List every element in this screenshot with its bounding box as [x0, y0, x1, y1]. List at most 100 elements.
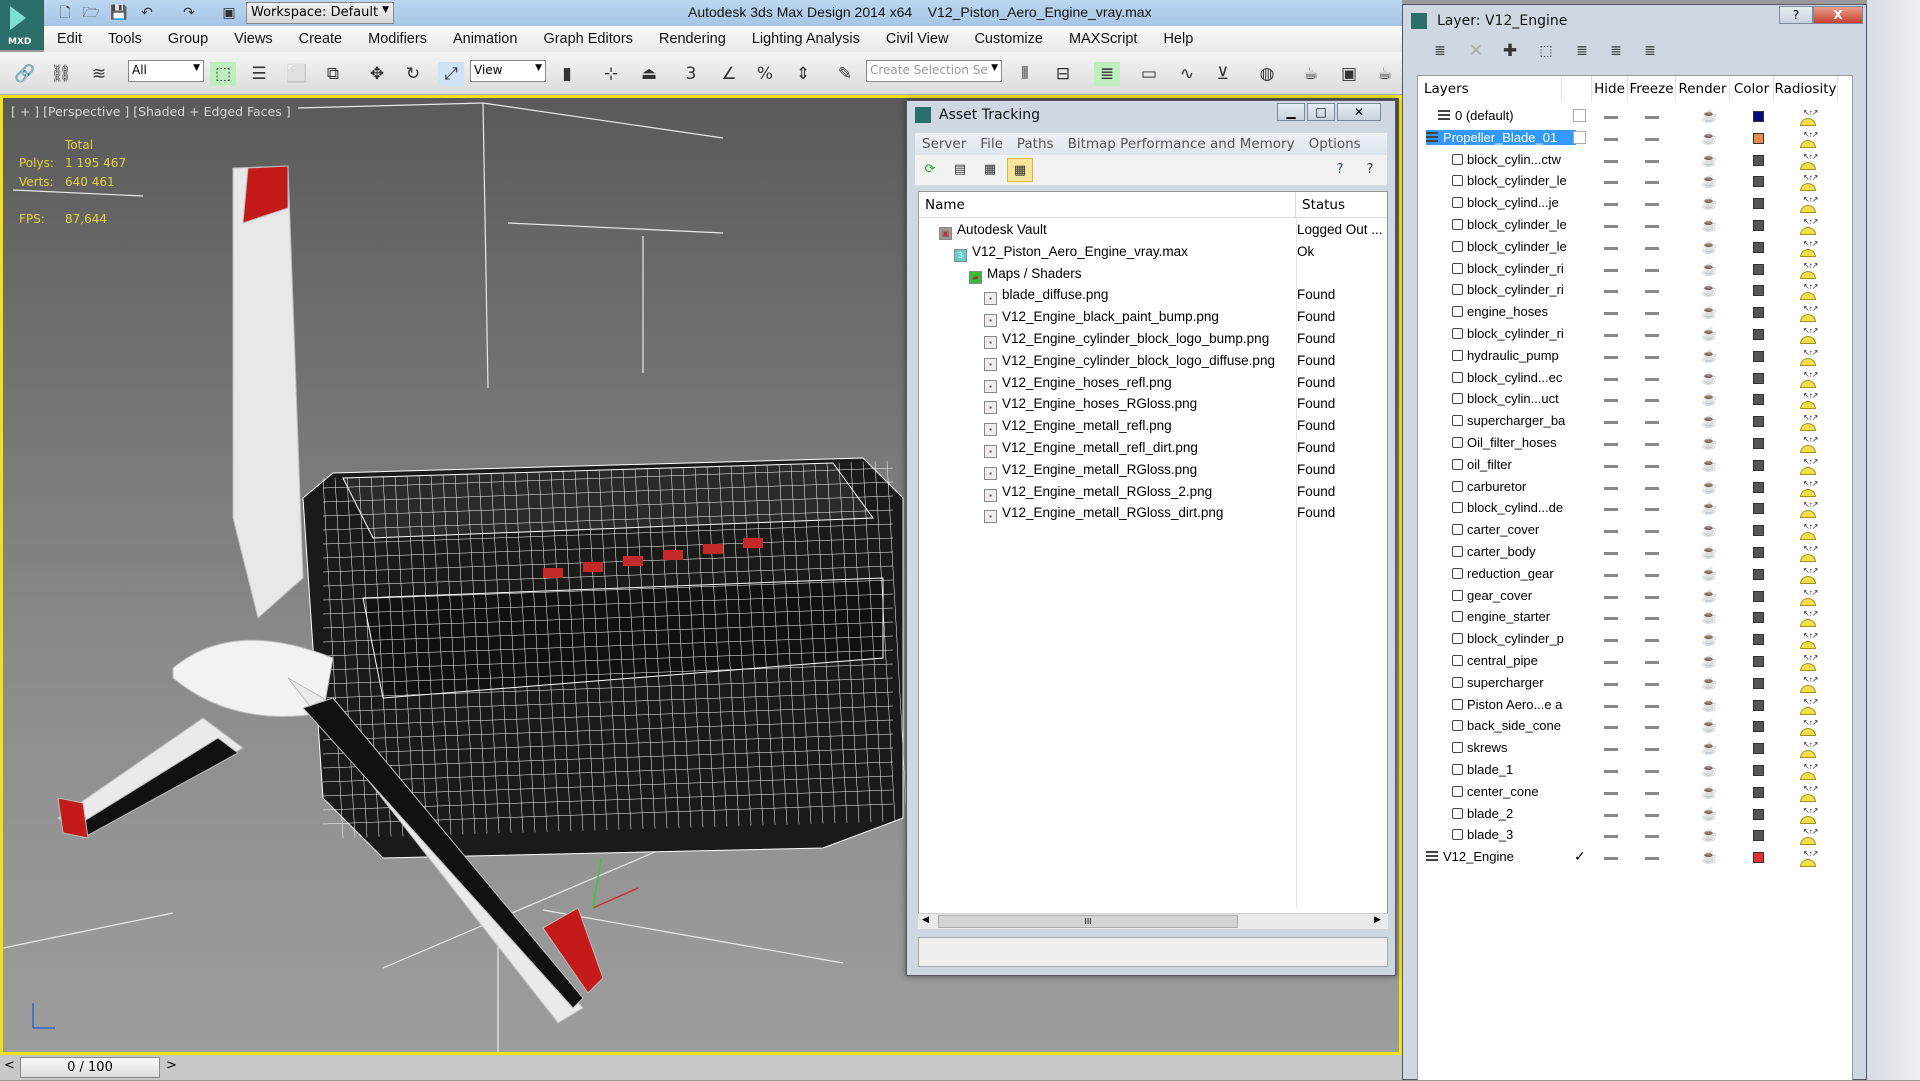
freeze-toggle[interactable] [1645, 508, 1659, 512]
hide-toggle[interactable] [1604, 573, 1618, 577]
snaps-toggle-icon[interactable]: 3 [678, 62, 704, 86]
render-teapot-icon[interactable]: ☕ [1701, 173, 1717, 189]
radiosity-icon[interactable]: ↖↑↗ [1798, 827, 1818, 846]
maximize-button[interactable]: □ [1307, 103, 1335, 121]
radiosity-icon[interactable]: ↖↑↗ [1798, 544, 1818, 562]
layer-manager-icon[interactable]: ≣ [1094, 62, 1120, 86]
render-teapot-icon[interactable]: ☕ [1701, 806, 1717, 822]
render-teapot-icon[interactable]: ☕ [1701, 370, 1717, 386]
freeze-toggle[interactable] [1645, 290, 1659, 294]
layer-color-swatch[interactable] [1753, 263, 1764, 275]
layer-row[interactable]: 0 (default) ☕ ↖↑↗ [1418, 106, 1852, 127]
freeze-toggle[interactable] [1645, 268, 1659, 272]
object-row[interactable]: engine_hoses ☕ ↖↑↗ [1418, 302, 1852, 323]
layer-row[interactable]: V12_Engine ✓ ☕ ↖↑↗ [1418, 847, 1852, 868]
freeze-toggle[interactable] [1645, 573, 1659, 577]
list-view-icon[interactable]: ▤ [947, 158, 973, 182]
layer-color-swatch[interactable] [1753, 612, 1764, 624]
minimize-button[interactable]: ▁ [1277, 103, 1305, 121]
freeze-toggle[interactable] [1645, 225, 1659, 228]
object-row[interactable]: Piston Aero...e a ☕ ↖↑↗ [1418, 695, 1852, 716]
freeze-toggle[interactable] [1645, 617, 1659, 621]
layer-color-swatch[interactable] [1753, 656, 1764, 667]
link-icon[interactable]: 🔗 [12, 62, 38, 86]
render-teapot-icon[interactable]: ☕ [1701, 130, 1717, 146]
object-row[interactable]: supercharger_ba ☕ ↖↑↗ [1418, 411, 1852, 432]
project-folder-icon[interactable]: ▣ [220, 4, 238, 22]
object-row[interactable]: block_cylind...je ☕ ↖↑↗ [1418, 193, 1852, 214]
column-header-freeze[interactable]: Freeze [1628, 76, 1676, 102]
render-teapot-icon[interactable]: ☕ [1701, 282, 1717, 298]
layer-color-swatch[interactable] [1753, 503, 1764, 515]
asset-row[interactable]: ▪ blade_diffuse.png Found [919, 285, 1387, 306]
hide-toggle[interactable] [1604, 355, 1618, 359]
menu-views[interactable]: Views [221, 31, 285, 47]
render-teapot-icon[interactable]: ☕ [1701, 500, 1717, 516]
object-row[interactable]: carburetor ☕ ↖↑↗ [1418, 477, 1852, 498]
freeze-toggle[interactable] [1645, 181, 1659, 185]
render-teapot-icon[interactable]: ☕ [1701, 544, 1717, 560]
freeze-toggle[interactable] [1645, 464, 1659, 468]
freeze-toggle[interactable] [1645, 312, 1659, 316]
object-row[interactable]: blade_1 ☕ ↖↑↗ [1418, 760, 1852, 781]
current-layer-checkmark[interactable]: ✓ [1574, 848, 1586, 865]
select-object-icon[interactable]: ⬚ [210, 62, 236, 86]
render-teapot-icon[interactable]: ☕ [1701, 217, 1717, 233]
object-row[interactable]: central_pipe ☕ ↖↑↗ [1418, 651, 1852, 672]
column-header-render[interactable]: Render [1676, 76, 1730, 102]
radiosity-icon[interactable]: ↖↑↗ [1798, 522, 1818, 541]
render-teapot-icon[interactable]: ☕ [1701, 457, 1717, 473]
hide-toggle[interactable] [1604, 617, 1618, 621]
asset-menu-server[interactable]: Server [915, 136, 973, 152]
freeze-toggle[interactable] [1645, 595, 1659, 599]
object-row[interactable]: carter_cover ☕ ↖↑↗ [1418, 520, 1852, 541]
asset-menu-bitmap-performance-and-memory[interactable]: Bitmap Performance and Memory [1061, 136, 1302, 152]
rendered-frame-window-icon[interactable]: ▣ [1336, 62, 1362, 86]
layer-color-swatch[interactable] [1753, 198, 1764, 210]
column-header-layers[interactable]: Layers [1418, 76, 1562, 102]
reference-coordinate-dropdown[interactable]: View ▼ [470, 60, 546, 82]
freeze-toggle[interactable] [1645, 203, 1659, 207]
viewport-label-menu[interactable]: [ + ] [Perspective ] [Shaded + Edged Fac… [11, 104, 291, 119]
object-row[interactable]: Oil_filter_hoses ☕ ↖↑↗ [1418, 433, 1852, 454]
object-row[interactable]: block_cylinder_ri ☕ ↖↑↗ [1418, 280, 1852, 301]
column-header-current[interactable] [1562, 76, 1592, 102]
selection-filter-dropdown[interactable]: All ▼ [128, 60, 204, 82]
freeze-toggle[interactable] [1645, 137, 1659, 141]
object-row[interactable]: block_cylind...ec ☕ ↖↑↗ [1418, 368, 1852, 389]
layer-color-swatch[interactable] [1753, 481, 1764, 493]
radiosity-icon[interactable]: ↖↑↗ [1798, 784, 1818, 802]
freeze-toggle[interactable] [1645, 399, 1659, 403]
layer-color-swatch[interactable] [1753, 590, 1764, 602]
object-row[interactable]: carter_body ☕ ↖↑↗ [1418, 542, 1852, 563]
freeze-toggle[interactable] [1645, 355, 1659, 359]
menu-group[interactable]: Group [155, 31, 221, 47]
rotate-icon[interactable]: ↻ [400, 62, 426, 86]
previous-frame-button[interactable]: < [4, 1058, 15, 1073]
layer-color-swatch[interactable] [1753, 350, 1764, 362]
asset-row[interactable]: ▪ V12_Engine_hoses_RGloss.png Found [919, 394, 1387, 415]
freeze-toggle[interactable] [1645, 704, 1659, 708]
select-objects-in-layer-icon[interactable]: ⬚ [1533, 39, 1559, 63]
hide-toggle[interactable] [1604, 726, 1618, 730]
radiosity-icon[interactable]: ↖↑↗ [1798, 740, 1818, 759]
object-row[interactable]: block_cylin...ctw ☕ ↖↑↗ [1418, 150, 1852, 171]
hide-unhide-all-layers-icon[interactable]: ≣ [1603, 39, 1629, 63]
layer-color-swatch[interactable] [1753, 830, 1764, 842]
radiosity-icon[interactable]: ↖↑↗ [1798, 152, 1818, 170]
render-teapot-icon[interactable]: ☕ [1701, 195, 1717, 211]
object-row[interactable]: block_cylin...uct ☕ ↖↑↗ [1418, 389, 1852, 410]
menu-tools[interactable]: Tools [95, 31, 155, 47]
radiosity-icon[interactable]: ↖↑↗ [1798, 762, 1818, 780]
hide-toggle[interactable] [1604, 857, 1618, 861]
horizontal-scrollbar[interactable]: ◀ III ▶ [918, 913, 1388, 929]
freeze-toggle[interactable] [1645, 530, 1659, 534]
freeze-toggle[interactable] [1645, 682, 1659, 686]
object-row[interactable]: back_side_cone ☕ ↖↑↗ [1418, 716, 1852, 737]
angle-snap-icon[interactable]: ∠ [716, 62, 742, 86]
asset-row[interactable]: ▪ V12_Engine_black_paint_bump.png Found [919, 307, 1387, 328]
hide-toggle[interactable] [1604, 312, 1618, 316]
column-header-hide[interactable]: Hide [1592, 76, 1628, 102]
render-teapot-icon[interactable]: ☕ [1701, 631, 1717, 647]
hide-toggle[interactable] [1604, 443, 1618, 446]
